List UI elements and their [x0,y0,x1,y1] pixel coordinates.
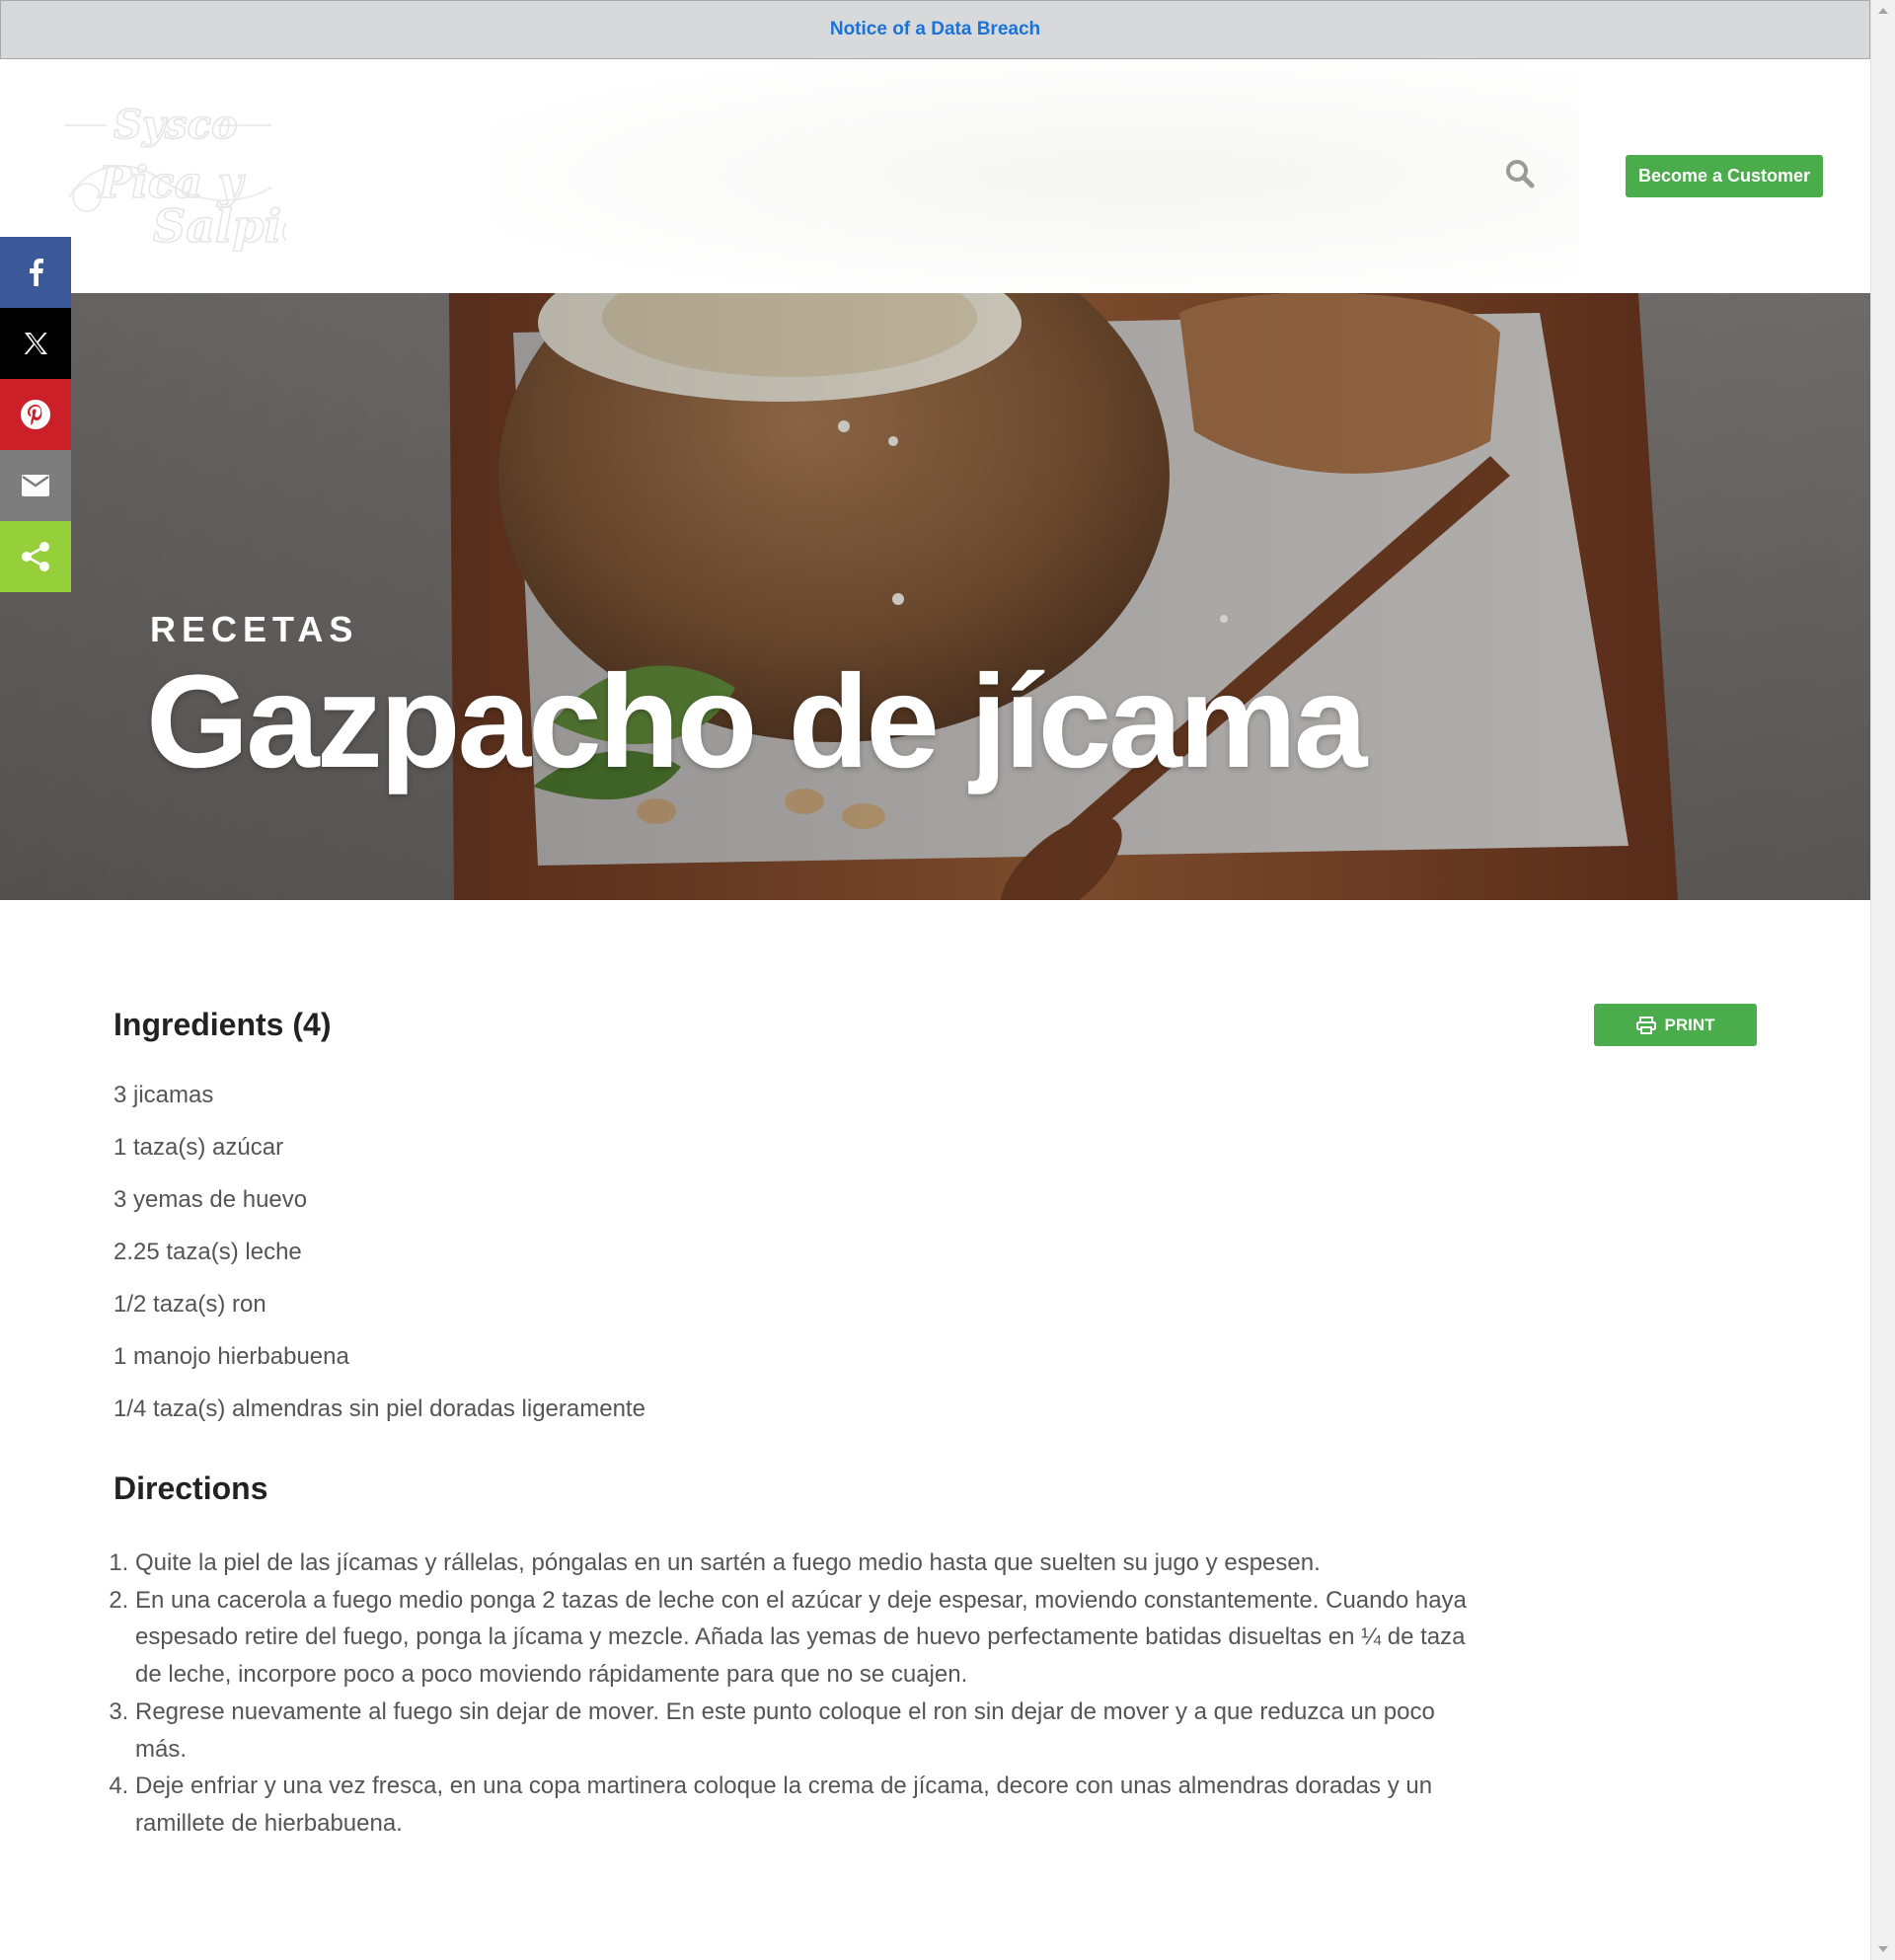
email-share-button[interactable] [0,450,71,521]
notice-bar: Notice of a Data Breach [0,0,1870,59]
print-label: PRINT [1664,1015,1715,1034]
scroll-up-arrow-icon[interactable] [1878,8,1888,14]
ingredient-item: 1 manojo hierbabuena [114,1343,349,1370]
ingredient-item: 3 jicamas [114,1082,214,1108]
recipe-title: Gazpacho de jícama [146,648,1367,795]
social-share-bar [0,237,71,592]
site-header: Sysco Pica y Salpica Become a Customer [0,59,1870,293]
logo-line-3: Salpica [153,199,286,252]
ingredient-item: 3 yemas de huevo [114,1186,308,1213]
hero-kicker: RECETAS [150,609,359,649]
print-button[interactable]: PRINT [1594,1004,1757,1046]
hero-overlay [0,293,1870,900]
x-share-button[interactable] [0,308,71,379]
directions-list: Quite la piel de las jícamas y rállelas,… [135,1545,1487,1843]
become-a-customer-button[interactable]: Become a Customer [1626,155,1823,197]
share-icon [22,542,49,571]
ingredient-item: 1/2 taza(s) ron [114,1291,266,1318]
page-scrollbar[interactable] [1870,0,1895,1960]
facebook-share-button[interactable] [0,237,71,308]
sysco-pica-y-salpica-logo[interactable]: Sysco Pica y Salpica [59,104,286,252]
email-icon [22,475,49,496]
more-share-button[interactable] [0,521,71,592]
header-background [493,59,1579,293]
ingredients-list: 3 jicamas 1 taza(s) azúcar 3 yemas de hu… [114,1074,645,1440]
logo-line-1: Sysco [114,104,238,148]
direction-step: Deje enfriar y una vez fresca, en una co… [135,1768,1487,1842]
directions-heading: Directions [114,1470,268,1506]
ingredients-heading: Ingredients (4) [114,1007,332,1042]
hero-banner: RECETAS Gazpacho de jícama [0,293,1870,900]
pinterest-share-button[interactable] [0,379,71,450]
ingredient-item: 2.25 taza(s) leche [114,1239,302,1265]
x-icon [24,333,47,354]
facebook-icon [30,259,43,286]
direction-step: En una cacerola a fuego medio ponga 2 ta… [135,1582,1487,1694]
data-breach-notice-link[interactable]: Notice of a Data Breach [830,19,1040,40]
printer-icon [1635,1016,1656,1034]
direction-step: Regrese nuevamente al fuego sin dejar de… [135,1694,1487,1768]
ingredient-item: 1 taza(s) azúcar [114,1134,284,1161]
search-icon[interactable] [1504,158,1536,189]
direction-step: Quite la piel de las jícamas y rállelas,… [135,1545,1487,1582]
ingredient-item: 1/4 taza(s) almendras sin piel doradas l… [114,1395,645,1422]
pinterest-icon [21,400,50,429]
scroll-down-arrow-icon[interactable] [1878,1946,1888,1952]
